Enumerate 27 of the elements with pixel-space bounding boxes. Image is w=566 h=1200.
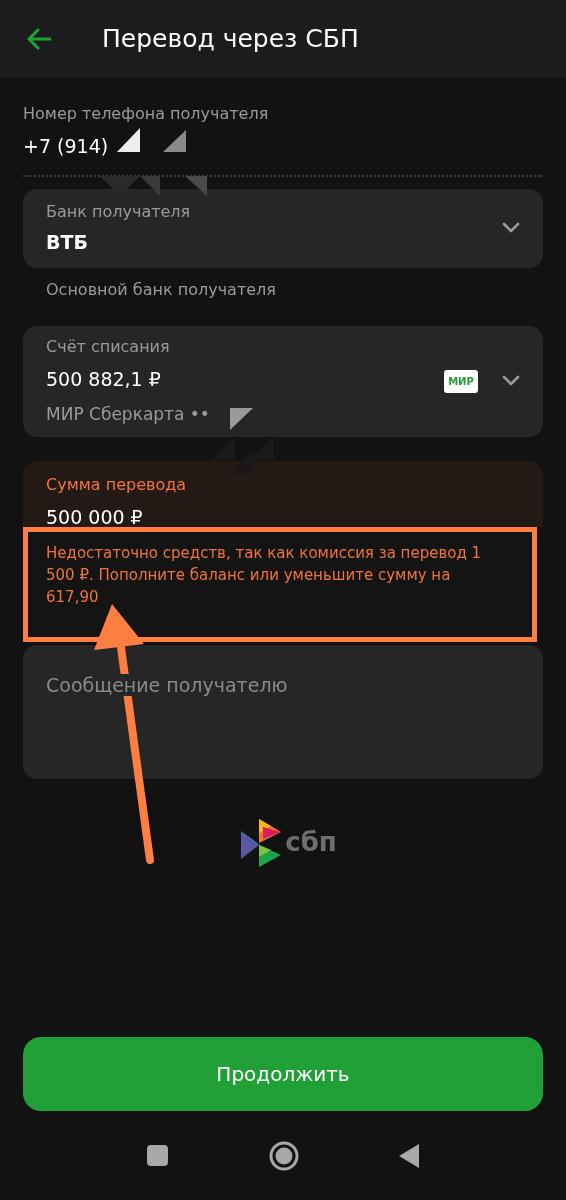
bank-value: ВТБ bbox=[46, 229, 89, 255]
sbp-logo-icon bbox=[241, 818, 282, 867]
chevron-down-icon[interactable] bbox=[502, 222, 520, 234]
payment-system-badge: МИР bbox=[444, 369, 478, 393]
back-arrow-icon[interactable] bbox=[26, 28, 52, 50]
recent-apps-icon[interactable] bbox=[147, 1145, 168, 1166]
sbp-logo-text: сбп bbox=[285, 826, 337, 859]
message-placeholder: Сообщение получателю bbox=[46, 673, 288, 696]
card-name: МИР Сберкарта •• bbox=[46, 402, 210, 426]
bank-select[interactable]: Банк получателя ВТБ bbox=[23, 188, 543, 268]
field-label: Банк получателя bbox=[46, 200, 191, 223]
field-label: Счёт списания bbox=[46, 336, 171, 358]
redaction-mark bbox=[212, 408, 274, 474]
bank-hint: Основной банк получателя bbox=[46, 278, 277, 301]
amount-value: 500 000 ₽ bbox=[46, 504, 143, 530]
screen-title: Перевод через СБП bbox=[102, 23, 359, 56]
error-message: Недостаточно средств, так как комиссия за перевод 1 500 ₽. Пополните баланс или уменьшите сумму на 617,90 bbox=[46, 542, 483, 608]
account-select[interactable]: Счёт списания 500 882,1 ₽ МИР Сберкарта •• МИР bbox=[23, 325, 543, 437]
message-field[interactable]: Сообщение получателю bbox=[23, 644, 543, 779]
chevron-down-icon[interactable] bbox=[502, 375, 520, 387]
home-icon[interactable] bbox=[268, 1140, 299, 1171]
balance-value: 500 882,1 ₽ bbox=[46, 367, 162, 392]
field-label: Номер телефона получателя bbox=[23, 103, 270, 125]
phone-value[interactable]: +7 (914) bbox=[23, 132, 109, 161]
amount-field[interactable]: Сумма перевода 500 000 ₽ bbox=[23, 460, 543, 527]
field-label: Сумма перевода bbox=[46, 473, 187, 496]
back-nav-icon[interactable] bbox=[399, 1143, 419, 1168]
